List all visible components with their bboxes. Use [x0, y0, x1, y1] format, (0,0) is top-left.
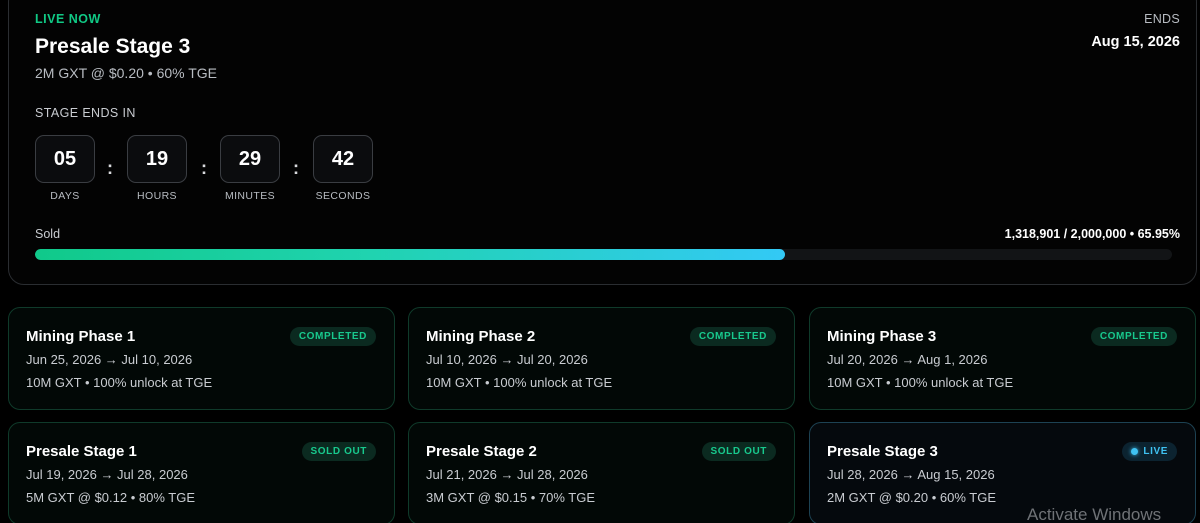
- phase-dates: Jul 19, 2026 → Jul 28, 2026: [26, 467, 188, 482]
- phase-dates: Jul 10, 2026 → Jul 20, 2026: [426, 352, 588, 367]
- phase-detail: 10M GXT • 100% unlock at TGE: [26, 375, 213, 390]
- countdown-separator: :: [201, 158, 207, 178]
- phase-dates: Jun 25, 2026 → Jul 10, 2026: [26, 352, 193, 367]
- phase-detail: 5M GXT @ $0.12 • 80% TGE: [26, 490, 196, 505]
- countdown-separator: :: [293, 158, 299, 178]
- phase-card-mining-2: Mining Phase 2 COMPLETED Jul 10, 2026 → …: [408, 307, 795, 410]
- phase-name: Mining Phase 2: [426, 328, 536, 345]
- presale-page: LIVE NOW Presale Stage 3 2M GXT @ $0.20 …: [0, 0, 1200, 523]
- stage-subtitle: 2M GXT @ $0.20 • 60% TGE: [35, 65, 218, 81]
- countdown-minutes-label: MINUTES: [224, 190, 276, 202]
- countdown-seconds-label: SECONDS: [315, 190, 371, 202]
- countdown-seconds: 42: [313, 135, 373, 183]
- phase-card-mining-1: Mining Phase 1 COMPLETED Jun 25, 2026 → …: [8, 307, 395, 410]
- stage-ends-in-label: STAGE ENDS IN: [35, 106, 136, 120]
- phase-dates: Jul 28, 2026 → Aug 15, 2026: [827, 467, 995, 482]
- ends-date: Aug 15, 2026: [1091, 34, 1180, 50]
- phase-detail: 10M GXT • 100% unlock at TGE: [426, 375, 613, 390]
- live-status-badge: LIVE: [1122, 442, 1177, 461]
- status-badge: SOLD OUT: [701, 442, 776, 461]
- countdown-minutes: 29: [220, 135, 280, 183]
- ends-label: ENDS: [1144, 12, 1180, 26]
- sold-label: Sold: [35, 227, 61, 241]
- countdown-days: 05: [35, 135, 95, 183]
- activate-windows-watermark: Activate Windows: [1027, 505, 1162, 523]
- phase-name: Presale Stage 1: [26, 443, 137, 460]
- phase-name: Presale Stage 2: [426, 443, 537, 460]
- sold-progress-fill: [35, 249, 785, 260]
- countdown-hours: 19: [127, 135, 187, 183]
- stage-title: Presale Stage 3: [35, 35, 191, 58]
- countdown-separator: :: [107, 158, 113, 178]
- phase-card-presale-2: Presale Stage 2 SOLD OUT Jul 21, 2026 → …: [408, 422, 795, 523]
- status-badge: COMPLETED: [289, 327, 376, 346]
- countdown-days-label: DAYS: [50, 190, 80, 202]
- current-stage-card: LIVE NOW Presale Stage 3 2M GXT @ $0.20 …: [8, 0, 1197, 285]
- live-dot-icon: [1131, 448, 1139, 455]
- phase-dates: Jul 21, 2026 → Jul 28, 2026: [426, 467, 588, 482]
- live-now-label: LIVE NOW: [35, 12, 101, 26]
- sold-value: 1,318,901 / 2,000,000 • 65.95%: [1004, 227, 1180, 241]
- phase-detail: 2M GXT @ $0.20 • 60% TGE: [827, 490, 997, 505]
- status-badge-label: LIVE: [1143, 446, 1168, 457]
- phase-name: Mining Phase 1: [26, 328, 136, 345]
- status-badge: COMPLETED: [689, 327, 776, 346]
- phase-name: Mining Phase 3: [827, 328, 937, 345]
- status-badge: COMPLETED: [1090, 327, 1177, 346]
- sold-progress-bar: [35, 249, 1172, 260]
- countdown-hours-label: HOURS: [137, 190, 177, 202]
- phase-dates: Jul 20, 2026 → Aug 1, 2026: [827, 352, 988, 367]
- phase-card-mining-3: Mining Phase 3 COMPLETED Jul 20, 2026 → …: [809, 307, 1196, 410]
- phase-detail: 10M GXT • 100% unlock at TGE: [827, 375, 1014, 390]
- phase-name: Presale Stage 3: [827, 443, 938, 460]
- status-badge: SOLD OUT: [301, 442, 376, 461]
- phase-card-presale-1: Presale Stage 1 SOLD OUT Jul 19, 2026 → …: [8, 422, 395, 523]
- phase-detail: 3M GXT @ $0.15 • 70% TGE: [426, 490, 596, 505]
